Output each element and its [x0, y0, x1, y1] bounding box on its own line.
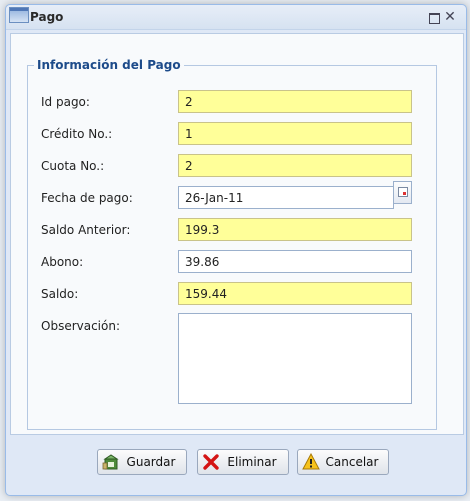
credito-no-label: Crédito No.:: [41, 127, 113, 141]
abono-field[interactable]: [178, 250, 412, 273]
delete-x-icon: [203, 454, 219, 470]
fieldset-legend: Información del Pago: [37, 58, 181, 72]
saldo-field[interactable]: [178, 282, 412, 305]
window-icon: [9, 7, 29, 23]
guardar-label: Guardar: [126, 455, 176, 469]
maximize-icon[interactable]: [428, 12, 440, 24]
saldo-anterior-label: Saldo Anterior:: [41, 223, 131, 237]
credito-no-field[interactable]: [178, 122, 412, 145]
observacion-label: Observación:: [41, 319, 121, 333]
cuota-no-label: Cuota No.:: [41, 159, 105, 173]
cancelar-button[interactable]: Cancelar: [297, 449, 389, 475]
cancelar-label: Cancelar: [325, 455, 379, 469]
cuota-no-field[interactable]: [178, 154, 412, 177]
fecha-pago-field[interactable]: [178, 186, 394, 209]
eliminar-label: Eliminar: [227, 455, 277, 469]
window-title: Pago: [30, 10, 64, 24]
pago-window: Pago ✕ Información del Pago Id pago: Cré…: [5, 4, 467, 496]
warning-icon: [302, 453, 320, 470]
fecha-pago-label: Fecha de pago:: [41, 191, 133, 205]
eliminar-button[interactable]: Eliminar: [197, 449, 289, 475]
window-titlebar[interactable]: Pago ✕: [6, 5, 466, 30]
window-body: Información del Pago Id pago: Crédito No…: [10, 33, 464, 435]
saldo-label: Saldo:: [41, 287, 79, 301]
id-pago-label: Id pago:: [41, 95, 90, 109]
button-bar: Guardar Eliminar Cancelar: [6, 441, 466, 485]
id-pago-field[interactable]: [178, 90, 412, 113]
observacion-textarea[interactable]: [178, 313, 412, 404]
calendar-icon: [398, 187, 408, 197]
abono-label: Abono:: [41, 255, 84, 269]
close-icon[interactable]: ✕: [443, 10, 457, 24]
guardar-button[interactable]: Guardar: [97, 449, 187, 475]
date-picker-trigger[interactable]: [393, 181, 412, 204]
saldo-anterior-field[interactable]: [178, 218, 412, 241]
save-icon: [102, 454, 119, 470]
